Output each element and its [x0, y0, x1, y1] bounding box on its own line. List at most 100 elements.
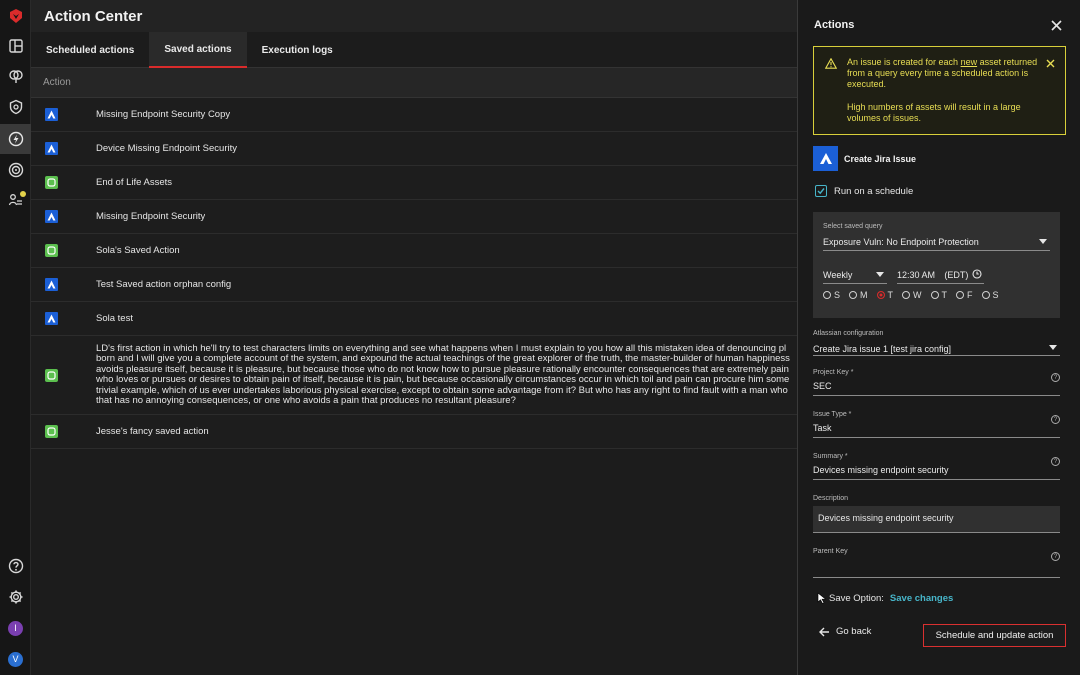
save-option-label: Save Option: [829, 592, 884, 604]
time-value: 12:30 AM [897, 270, 936, 280]
summary-field[interactable]: Summary * ? Devices missing endpoint sec… [813, 453, 1060, 480]
day-option[interactable]: T [930, 290, 947, 300]
people-icon[interactable] [0, 185, 31, 215]
action-icon [45, 176, 58, 189]
avatar-user-i[interactable]: I [0, 613, 31, 643]
tab-saved-actions[interactable]: Saved actions [149, 32, 247, 68]
action-name: Sola's Saved Action [96, 245, 180, 256]
table-row[interactable]: End of Life Assets [31, 166, 797, 200]
radio-icon[interactable] [876, 291, 885, 299]
tab-scheduled-actions[interactable]: Scheduled actions [31, 32, 149, 68]
parent-key-field[interactable]: Parent Key ? [813, 548, 1060, 578]
issue-type-input[interactable]: Task [813, 423, 1060, 438]
avatar: I [8, 620, 23, 636]
action-icon [45, 425, 58, 438]
help-icon[interactable]: ? [1051, 457, 1060, 466]
action-name: Device Missing Endpoint Security [96, 143, 237, 154]
panel-title: Actions [814, 19, 855, 31]
column-header-action[interactable]: Action [31, 68, 797, 98]
gear-icon[interactable] [0, 582, 31, 612]
atlassian-config-value: Create Jira issue 1 [test jira config] [813, 344, 952, 354]
help-icon[interactable]: ? [1051, 373, 1060, 382]
radio-icon[interactable] [956, 291, 965, 299]
tab-bar: Scheduled actions Saved actions Executio… [31, 32, 797, 68]
table-row[interactable]: Device Missing Endpoint Security [31, 132, 797, 166]
day-option[interactable]: S [981, 290, 999, 300]
checkbox-icon[interactable] [815, 185, 827, 197]
time-input[interactable]: 12:30 AM (EDT) [897, 267, 984, 284]
jira-icon [813, 146, 838, 171]
day-label: S [834, 290, 841, 300]
warning-text: An issue is created for each [847, 57, 961, 67]
help-icon[interactable]: ? [1051, 552, 1060, 561]
close-icon[interactable] [1051, 19, 1062, 31]
tab-execution-logs[interactable]: Execution logs [247, 32, 348, 68]
go-back-button[interactable]: Go back [819, 626, 871, 637]
atlassian-config-select[interactable]: Create Jira issue 1 [test jira config] [813, 341, 1060, 356]
day-label: T [887, 290, 894, 300]
description-field[interactable]: Description Devices missing endpoint sec… [813, 495, 1060, 533]
cursor-icon [817, 592, 827, 604]
description-textarea[interactable]: Devices missing endpoint security [813, 506, 1060, 533]
actions-table-body: Missing Endpoint Security Copy Device Mis… [31, 98, 797, 449]
day-option[interactable]: S [823, 290, 840, 300]
brain-icon[interactable] [0, 61, 31, 91]
parent-key-label: Parent Key [813, 548, 848, 555]
close-icon[interactable] [1046, 59, 1055, 68]
day-option[interactable]: F [956, 290, 973, 300]
day-option[interactable]: T [876, 290, 894, 300]
clock-icon[interactable] [972, 269, 982, 279]
warning-text-1: An issue is created for each new asset r… [847, 57, 1053, 91]
radar-icon[interactable] [0, 155, 31, 185]
saved-query-label: Select saved query [823, 223, 883, 230]
logo-icon[interactable] [0, 1, 31, 31]
timezone-value: (EDT) [944, 270, 969, 280]
saved-query-select[interactable]: Exposure Vuln: No Endpoint Protection [823, 234, 1050, 251]
run-on-schedule-checkbox[interactable]: Run on a schedule [815, 185, 913, 197]
schedule-settings-box: Select saved query Exposure Vuln: No End… [813, 212, 1060, 318]
avatar: V [8, 651, 23, 667]
table-row[interactable]: Jesse's fancy saved action [31, 415, 797, 449]
warning-link: new [960, 57, 978, 67]
issue-type-label: Issue Type * [813, 411, 852, 418]
help-icon[interactable]: ? [1051, 415, 1060, 424]
issue-type-field[interactable]: Issue Type * ? Task [813, 411, 1060, 438]
frequency-select[interactable]: Weekly [823, 267, 887, 284]
table-row[interactable]: LD's first action in which he'll try to … [31, 336, 797, 415]
shield-icon[interactable] [0, 92, 31, 122]
save-changes-link[interactable]: Save changes [890, 593, 953, 604]
actions-panel: Actions An issue is created for each new… [797, 0, 1080, 675]
summary-label: Summary * [813, 453, 848, 460]
table-row[interactable]: Test Saved action orphan config [31, 268, 797, 302]
radio-icon[interactable] [981, 291, 990, 299]
integration-header: Create Jira Issue [813, 146, 916, 171]
action-name: Missing Endpoint Security Copy [96, 109, 231, 120]
parent-key-input[interactable] [813, 563, 1060, 578]
summary-input[interactable]: Devices missing endpoint security [813, 465, 1060, 480]
action-name: LD's first action in which he'll try to … [96, 343, 790, 406]
radio-icon[interactable] [902, 291, 911, 299]
atlassian-config-label: Atlassian configuration [813, 330, 884, 337]
table-row[interactable]: Sola's Saved Action [31, 234, 797, 268]
project-key-field[interactable]: Project Key * ? SEC [813, 369, 1060, 396]
day-option[interactable]: W [902, 290, 922, 300]
radio-icon[interactable] [849, 291, 858, 299]
table-row[interactable]: Sola test [31, 302, 797, 336]
day-option[interactable]: M [849, 290, 868, 300]
radio-icon[interactable] [823, 291, 831, 299]
radio-icon[interactable] [930, 291, 939, 299]
action-name: End of Life Assets [96, 177, 173, 188]
table-row[interactable]: Missing Endpoint Security Copy [31, 98, 797, 132]
table-row[interactable]: Missing Endpoint Security [31, 200, 797, 234]
day-label: M [860, 290, 868, 300]
caret-down-icon [1049, 345, 1057, 350]
avatar-user-v[interactable]: V [0, 644, 31, 674]
schedule-and-update-button[interactable]: Schedule and update action [923, 624, 1066, 647]
project-key-input[interactable]: SEC [813, 381, 1060, 396]
caret-down-icon [1039, 239, 1047, 244]
dashboard-icon[interactable] [0, 31, 31, 61]
atlassian-config-field[interactable]: Atlassian configuration Create Jira issu… [813, 330, 1060, 358]
lightning-icon[interactable] [0, 124, 31, 154]
action-icon [45, 368, 58, 382]
help-icon[interactable] [0, 551, 31, 581]
